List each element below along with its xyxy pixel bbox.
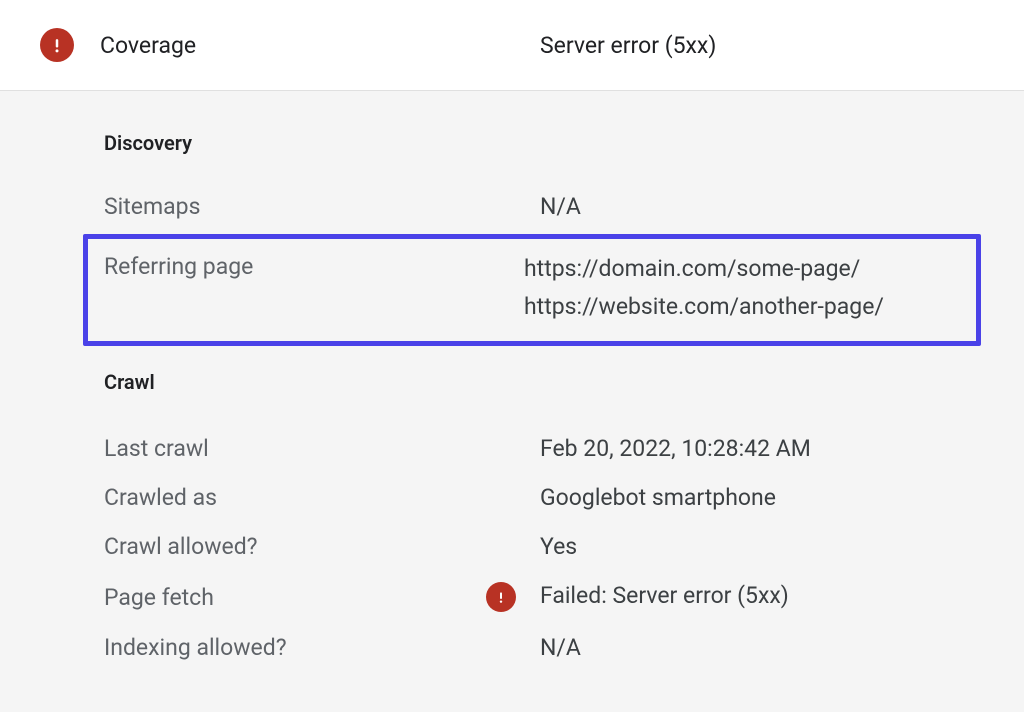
error-icon: [486, 582, 516, 612]
details-panel: Discovery Sitemaps N/A Referring page ht…: [0, 91, 1024, 712]
crawled-as-value: Googlebot smartphone: [540, 484, 776, 511]
row-crawl-allowed: Crawl allowed? Yes: [104, 522, 960, 571]
page-fetch-value: Failed: Server error (5xx): [540, 582, 789, 609]
crawl-allowed-label: Crawl allowed?: [104, 533, 540, 560]
sitemaps-label: Sitemaps: [104, 193, 540, 220]
coverage-value: Server error (5xx): [540, 32, 716, 59]
section-title-crawl: Crawl: [104, 370, 960, 394]
indexing-allowed-value: N/A: [540, 634, 581, 661]
row-crawled-as: Crawled as Googlebot smartphone: [104, 473, 960, 522]
referring-page-label: Referring page: [104, 253, 524, 280]
row-last-crawl: Last crawl Feb 20, 2022, 10:28:42 AM: [104, 424, 960, 473]
row-page-fetch: Page fetch Failed: Server error (5xx): [104, 571, 960, 623]
referring-page-value: https://domain.com/some-page/: [524, 253, 884, 285]
row-referring-page: Referring page https://domain.com/some-p…: [104, 253, 960, 323]
last-crawl-value: Feb 20, 2022, 10:28:42 AM: [540, 435, 811, 462]
last-crawl-label: Last crawl: [104, 435, 540, 462]
referring-page-value: https://website.com/another-page/: [524, 291, 884, 323]
indexing-allowed-label: Indexing allowed?: [104, 634, 540, 661]
crawl-allowed-value: Yes: [540, 533, 577, 560]
row-sitemaps: Sitemaps N/A: [104, 185, 960, 228]
page-fetch-label: Page fetch: [104, 584, 486, 611]
coverage-header: Coverage Server error (5xx): [0, 0, 1024, 91]
coverage-label: Coverage: [100, 32, 540, 59]
referring-page-values: https://domain.com/some-page/ https://we…: [524, 253, 884, 323]
referring-page-highlight: Referring page https://domain.com/some-p…: [83, 234, 981, 346]
section-title-discovery: Discovery: [104, 131, 960, 155]
sitemaps-value: N/A: [540, 193, 581, 220]
crawled-as-label: Crawled as: [104, 484, 540, 511]
row-indexing-allowed: Indexing allowed? N/A: [104, 623, 960, 672]
error-icon: [40, 28, 74, 62]
